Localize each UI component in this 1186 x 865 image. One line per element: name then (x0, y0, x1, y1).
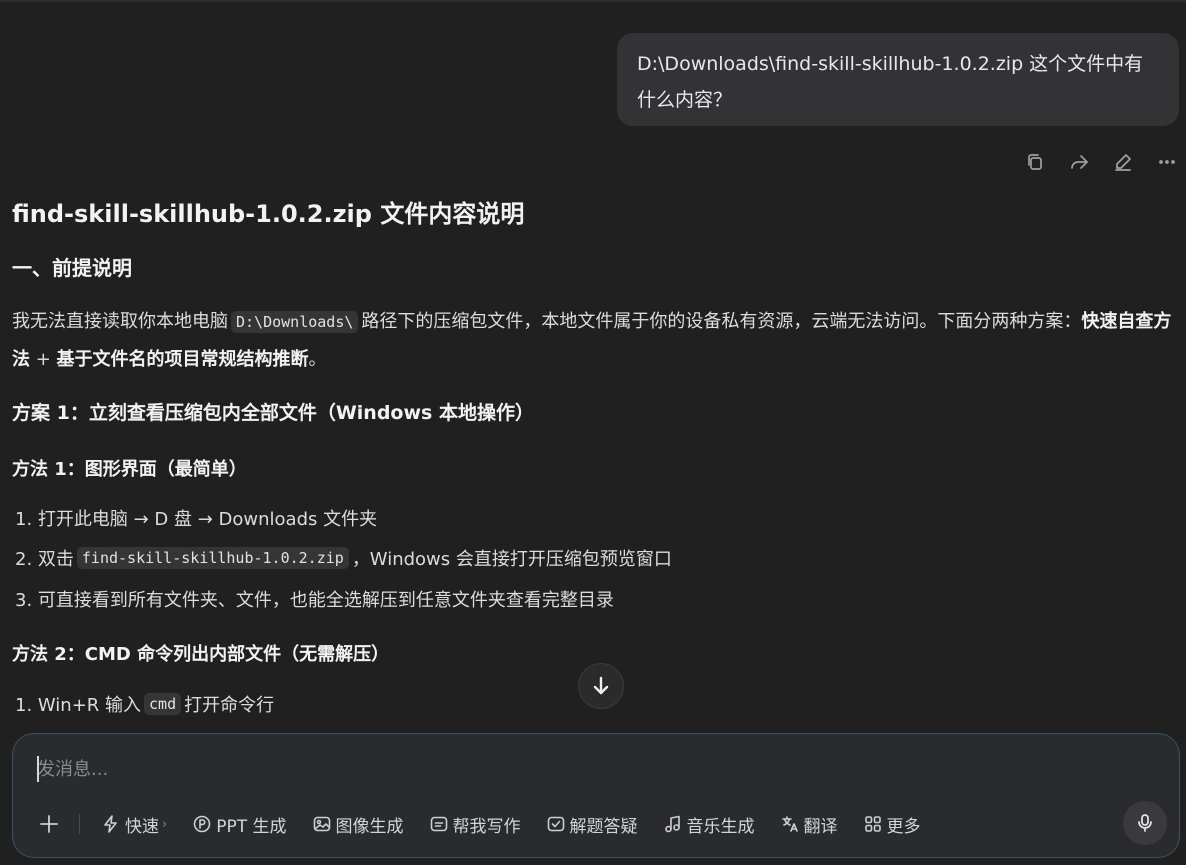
translate-icon (781, 816, 798, 832)
ppt-generate-button[interactable]: PPT 生成 (193, 812, 287, 837)
path-code: D:\Downloads\ (231, 311, 359, 333)
list-item: 1. Win+R 输入 cmd 打开命令行 (15, 693, 275, 716)
music-icon (664, 815, 680, 833)
user-message-bubble: D:\Downloads\find-skill-skillhub-1.0.2.z… (617, 33, 1179, 126)
more-icon (1159, 160, 1175, 164)
music-generate-button[interactable]: 音乐生成 (664, 812, 755, 837)
translate-button[interactable]: 翻译 (781, 812, 838, 837)
solve-icon (547, 816, 564, 832)
text-caret (37, 756, 39, 782)
grid-icon (864, 816, 881, 832)
copy-button[interactable] (1022, 149, 1048, 175)
scroll-to-bottom-button[interactable] (578, 663, 624, 709)
cmd-code: cmd (144, 693, 182, 715)
lightning-icon (104, 815, 117, 833)
toolbar-divider (79, 814, 80, 834)
plan-1-heading: 方案 1：立刻查看压缩包内全部文件（Windows 本地操作） (12, 402, 534, 424)
image-icon (313, 816, 330, 832)
edit-icon (1115, 154, 1131, 171)
composer-toolbar: 快速 › PPT 生成 图像生成 帮我写作 解题答疑 音乐生成 翻译 更多 (35, 806, 947, 842)
message-input[interactable] (37, 752, 1137, 786)
voice-input-button[interactable] (1123, 801, 1167, 845)
share-button[interactable] (1066, 149, 1092, 175)
share-icon (1071, 155, 1088, 169)
answer-title: find-skill-skillhub-1.0.2.zip 文件内容说明 (12, 200, 525, 228)
plus-icon (40, 815, 58, 833)
ppt-icon (193, 815, 211, 833)
attach-button[interactable] (35, 810, 63, 838)
message-composer: 快速 › PPT 生成 图像生成 帮我写作 解题答疑 音乐生成 翻译 (12, 733, 1180, 858)
list-item: 2. 双击 find-skill-skillhub-1.0.2.zip ，Windo… (15, 547, 672, 570)
method-1-heading: 方法 1：图形界面（最简单） (12, 459, 247, 480)
list-item: 1. 打开此电脑 → D 盘 → Downloads 文件夹 (15, 509, 378, 530)
premise-paragraph: 我无法直接读取你本地电脑 D:\Downloads\ 路径下的压缩包文件，本地文件属… (12, 311, 1172, 370)
mode-fast-button[interactable]: 快速 › (102, 812, 167, 837)
arrow-down-icon (593, 676, 609, 695)
writing-button[interactable]: 帮我写作 (430, 812, 521, 837)
writing-icon (430, 816, 447, 832)
image-generate-button[interactable]: 图像生成 (313, 812, 404, 837)
method-2-heading: 方法 2：CMD 命令列出内部文件（无需解压） (12, 644, 390, 665)
more-button[interactable] (1154, 149, 1180, 175)
solve-button[interactable]: 解题答疑 (547, 812, 638, 837)
edit-button[interactable] (1110, 149, 1136, 175)
microphone-icon (1138, 814, 1152, 832)
section-heading-premise: 一、前提说明 (12, 256, 132, 280)
chat-scroll-area[interactable]: D:\Downloads\ find-skill-skillhub-1.0.2.z… (0, 0, 1186, 730)
list-item: 3. 可直接看到所有文件夹、文件，也能全选解压到任意文件夹查看完整目录 (15, 590, 614, 611)
filename-code: find-skill-skillhub-1.0.2.zip (76, 547, 349, 569)
chevron-right-icon: › (162, 816, 168, 832)
message-actions (1022, 149, 1180, 175)
copy-icon (1028, 154, 1042, 170)
user-message-text: D:\Downloads\find-skill-skillhub-1.0.2.z… (637, 53, 1144, 111)
more-tools-button[interactable]: 更多 (864, 812, 921, 837)
